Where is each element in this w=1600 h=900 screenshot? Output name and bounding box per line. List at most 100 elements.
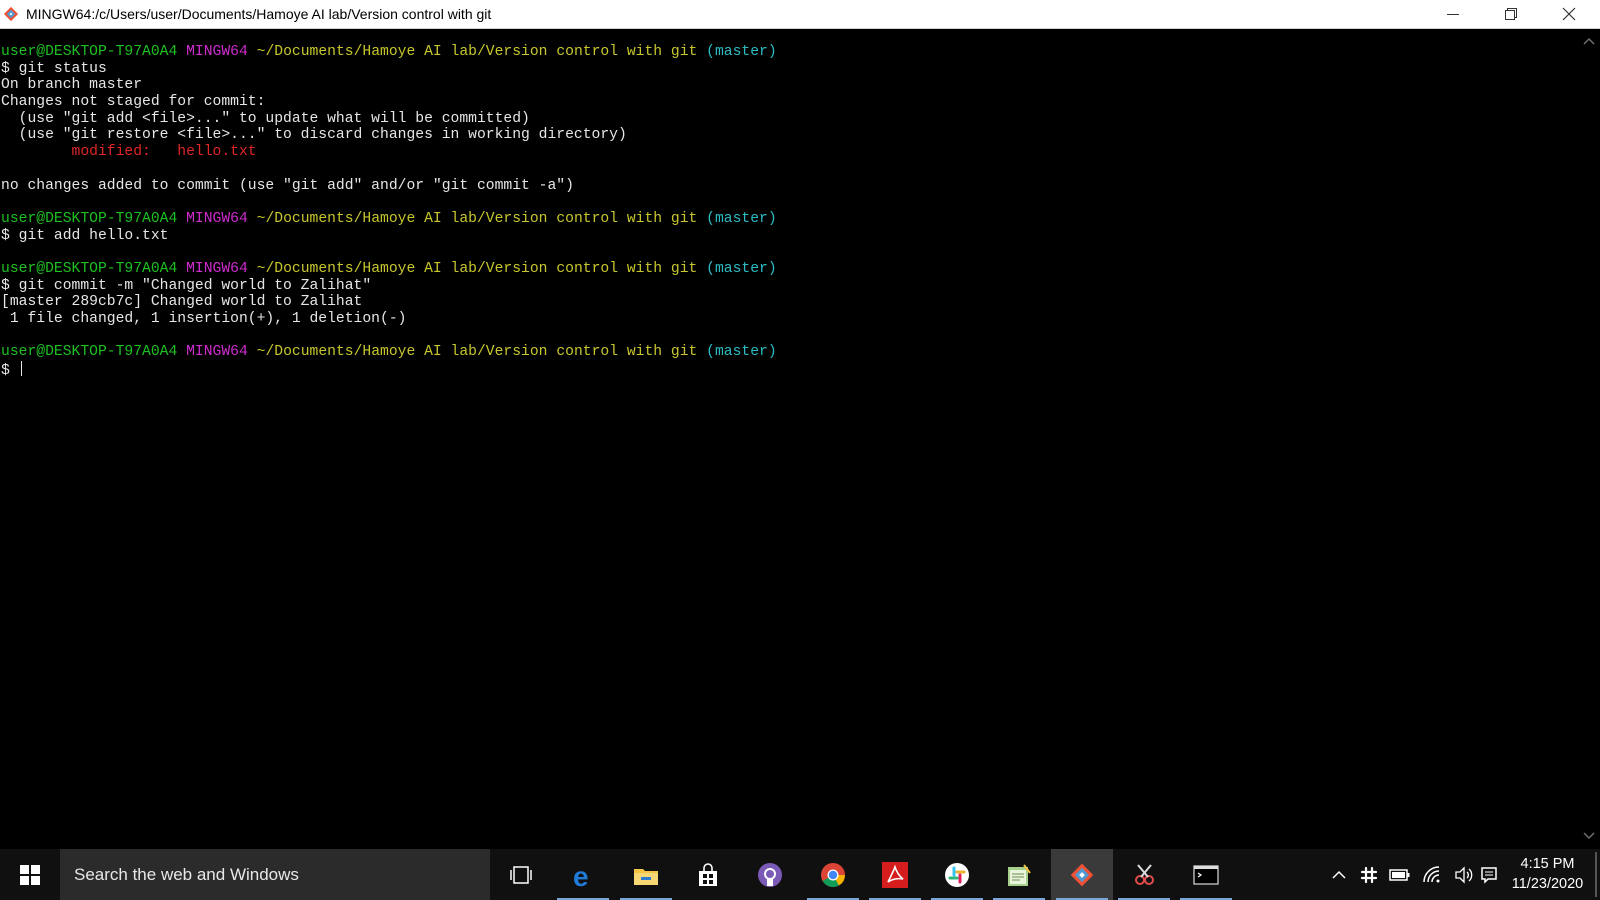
slack-icon bbox=[945, 862, 970, 887]
taskbar-app-snipping-tool[interactable] bbox=[1113, 849, 1175, 900]
clock-date: 11/23/2020 bbox=[1511, 876, 1584, 892]
battery-button[interactable] bbox=[1385, 849, 1415, 900]
text-cursor bbox=[20, 361, 22, 377]
prompt-system: MINGW64 bbox=[186, 344, 248, 361]
taskbar-app-task-view[interactable] bbox=[490, 849, 552, 900]
terminal-scrollbar[interactable] bbox=[1578, 29, 1600, 848]
tray-slack-button[interactable] bbox=[1355, 849, 1383, 900]
show-desktop-button[interactable] bbox=[1595, 852, 1597, 897]
taskbar-app-edge[interactable]: e bbox=[552, 849, 614, 900]
action-center-button[interactable] bbox=[1475, 849, 1503, 900]
taskbar-app-slack[interactable] bbox=[926, 849, 988, 900]
output-text: Changes not staged for commit: bbox=[1, 94, 266, 111]
scroll-up-icon[interactable] bbox=[1582, 35, 1596, 49]
restore-button[interactable] bbox=[1482, 0, 1540, 28]
command-input: $ bbox=[1, 363, 19, 380]
terminal-line: (use "git restore <file>..." to discard … bbox=[1, 127, 777, 144]
chevron-up-icon bbox=[1332, 870, 1346, 879]
prompt-system: MINGW64 bbox=[186, 44, 248, 60]
prompt-branch: (master) bbox=[706, 260, 777, 277]
prompt-system: MINGW64 bbox=[186, 210, 248, 227]
terminal-line: (use "git add <file>..." to update what … bbox=[1, 111, 777, 128]
prompt-user: user@DESKTOP-T97A0A4 bbox=[1, 344, 178, 361]
prompt-branch: (master) bbox=[706, 210, 777, 227]
terminal-line: user@DESKTOP-T97A0A4 MINGW64 ~/Documents… bbox=[1, 211, 777, 228]
restore-icon bbox=[1505, 8, 1517, 20]
taskbar-app-file-explorer[interactable] bbox=[615, 849, 677, 900]
chrome-icon bbox=[820, 862, 845, 887]
output-text: 1 file changed, 1 insertion(+), 1 deleti… bbox=[1, 311, 407, 327]
terminal-line: user@DESKTOP-T97A0A4 MINGW64 ~/Documents… bbox=[1, 344, 777, 361]
output-text: [master 289cb7c] Changed world to Zaliha… bbox=[1, 294, 363, 311]
prompt-user: user@DESKTOP-T97A0A4 bbox=[1, 44, 178, 60]
scroll-down-icon[interactable] bbox=[1582, 828, 1596, 842]
output-text: (use "git add <file>..." to update what … bbox=[1, 110, 530, 127]
tray-overflow-button[interactable] bbox=[1325, 849, 1353, 900]
terminal-area[interactable]: user@DESKTOP-T97A0A4 MINGW64 ~/Documents… bbox=[0, 29, 1578, 848]
prompt-path: ~/Documents/Hamoye AI lab/Version contro… bbox=[256, 210, 698, 227]
notepad-icon bbox=[1008, 863, 1032, 886]
output-text: On branch master bbox=[1, 77, 143, 94]
slack-tray-icon bbox=[1360, 866, 1378, 883]
file-explorer-icon bbox=[633, 868, 658, 885]
terminal-line: $ git add hello.txt bbox=[1, 228, 777, 245]
modified-file-line: modified: hello.txt bbox=[1, 144, 257, 161]
output-text: $ git add hello.txt bbox=[1, 227, 169, 244]
github-icon bbox=[758, 862, 783, 887]
terminal-line: $ git status bbox=[1, 61, 777, 78]
prompt-path: ~/Documents/Hamoye AI lab/Version contro… bbox=[256, 260, 698, 277]
prompt-user: user@DESKTOP-T97A0A4 bbox=[1, 210, 178, 227]
close-button[interactable] bbox=[1540, 0, 1598, 28]
terminal-line: On branch master bbox=[1, 77, 777, 94]
output-text: no changes added to commit (use "git add… bbox=[1, 177, 574, 194]
prompt-branch: (master) bbox=[706, 44, 777, 60]
terminal-line: user@DESKTOP-T97A0A4 MINGW64 ~/Documents… bbox=[1, 261, 777, 278]
taskbar-app-store[interactable] bbox=[677, 849, 739, 900]
close-icon bbox=[1562, 7, 1576, 21]
volume-icon bbox=[1455, 865, 1473, 884]
git-bash-icon bbox=[1070, 863, 1094, 886]
terminal-line: modified: hello.txt bbox=[1, 144, 777, 161]
prompt-user: user@DESKTOP-T97A0A4 bbox=[1, 260, 178, 277]
terminal-icon bbox=[1193, 864, 1219, 885]
output-text: (use "git restore <file>..." to discard … bbox=[1, 127, 627, 144]
taskbar-app-notepad[interactable] bbox=[988, 849, 1050, 900]
edge-icon: e bbox=[573, 862, 589, 888]
prompt-system: MINGW64 bbox=[186, 260, 248, 277]
taskbar-app-chrome[interactable] bbox=[802, 849, 864, 900]
task-view-icon bbox=[510, 865, 532, 884]
taskbar-app-github[interactable] bbox=[739, 849, 801, 900]
wifi-icon bbox=[1423, 865, 1440, 882]
notification-icon bbox=[1481, 866, 1497, 884]
battery-icon bbox=[1389, 868, 1410, 881]
minimize-button[interactable] bbox=[1424, 0, 1482, 28]
search-placeholder: Search the web and Windows bbox=[74, 865, 299, 884]
window-title: MINGW64:/c/Users/user/Documents/Hamoye A… bbox=[26, 6, 492, 22]
title-bar: MINGW64:/c/Users/user/Documents/Hamoye A… bbox=[0, 0, 1600, 29]
prompt-branch: (master) bbox=[706, 344, 777, 361]
prompt-path: ~/Documents/Hamoye AI lab/Version contro… bbox=[256, 344, 698, 361]
prompt-path: ~/Documents/Hamoye AI lab/Version contro… bbox=[256, 44, 698, 60]
terminal-line: $ bbox=[1, 361, 777, 380]
svg-text:e: e bbox=[573, 862, 589, 888]
search-box[interactable]: Search the web and Windows bbox=[60, 849, 490, 900]
taskbar: Search the web and Windows e 4:15 PM 11/… bbox=[0, 849, 1600, 900]
clock[interactable]: 4:15 PM 11/23/2020 bbox=[1500, 854, 1595, 894]
wifi-button[interactable] bbox=[1417, 849, 1447, 900]
terminal-output: user@DESKTOP-T97A0A4 MINGW64 ~/Documents… bbox=[1, 44, 777, 380]
snipping-tool-icon bbox=[1135, 863, 1154, 885]
taskbar-app-terminal[interactable] bbox=[1175, 849, 1237, 900]
clock-time: 4:15 PM bbox=[1520, 856, 1575, 872]
taskbar-app-git-bash[interactable] bbox=[1050, 849, 1113, 900]
terminal-line: no changes added to commit (use "git add… bbox=[1, 178, 777, 195]
minimize-icon bbox=[1447, 14, 1459, 15]
store-icon bbox=[698, 862, 717, 886]
terminal-line: 1 file changed, 1 insertion(+), 1 deleti… bbox=[1, 311, 777, 328]
acrobat-icon bbox=[881, 861, 908, 888]
start-button[interactable] bbox=[0, 849, 60, 900]
taskbar-app-acrobat[interactable] bbox=[864, 849, 926, 900]
